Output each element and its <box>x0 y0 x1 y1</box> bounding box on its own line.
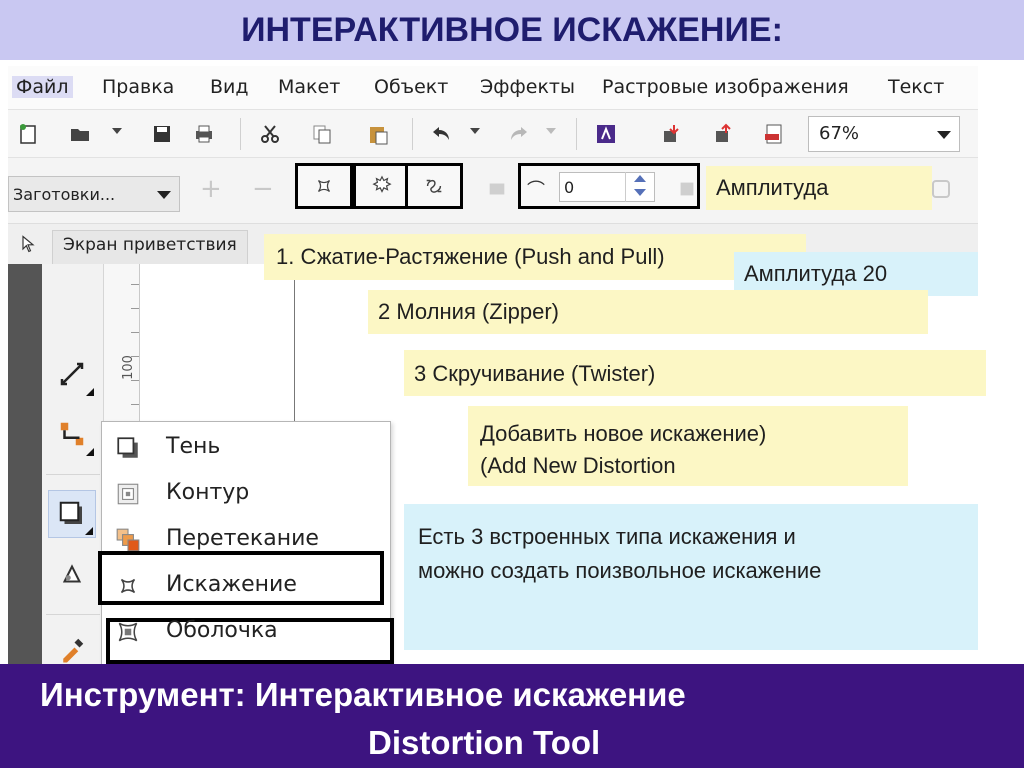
callout-info: Есть 3 встроенных типа искажения и можно… <box>404 504 978 650</box>
presets-dropdown[interactable]: Заготовки... <box>8 176 180 212</box>
contour-icon <box>114 480 142 508</box>
toolbox <box>42 264 104 666</box>
copy-icon[interactable] <box>308 120 336 148</box>
slide-title: ИНТЕРАКТИВНОЕ ИСКАЖЕНИЕ: <box>0 0 1024 60</box>
undo-dropdown-arrow[interactable] <box>470 128 480 134</box>
redo-icon[interactable] <box>504 120 532 148</box>
print-icon[interactable] <box>190 120 218 148</box>
menu-view[interactable]: Вид <box>210 76 249 98</box>
chevron-down-icon <box>157 191 171 199</box>
push-pull-distortion-button[interactable] <box>295 163 353 209</box>
eyedropper-tool[interactable] <box>48 626 96 666</box>
paste-icon[interactable] <box>364 120 392 148</box>
flyout-item-label: Перетекание <box>166 526 319 551</box>
callout-push-pull: 1. Сжатие-Растяжение (Push and Pull) <box>264 234 806 280</box>
callout-info-line-2: можно создать поизвольное искажение <box>418 558 822 583</box>
ruler-label-100: 100 <box>120 355 136 380</box>
presets-label: Заготовки... <box>13 185 116 204</box>
effects-flyout-menu: Тень Контур Перетекание Искажение Оболоч… <box>101 421 394 666</box>
amplitude-value: 0 <box>564 178 575 197</box>
flyout-item-label: Оболочка <box>166 618 278 643</box>
shadow-icon <box>114 434 142 462</box>
distortion-option-icon[interactable] <box>672 174 702 204</box>
remove-preset-button[interactable]: − <box>252 174 274 204</box>
chevron-down-icon <box>937 131 951 139</box>
amplitude-stepper[interactable] <box>625 172 655 202</box>
flyout-item-label: Контур <box>166 480 250 505</box>
add-preset-button[interactable]: + <box>200 174 222 204</box>
publish-pdf-icon[interactable] <box>760 120 788 148</box>
menu-effects[interactable]: Эффекты <box>480 76 575 98</box>
blend-icon <box>114 526 142 554</box>
import-icon[interactable] <box>658 120 686 148</box>
flyout-item-shadow[interactable]: Тень <box>102 424 392 470</box>
add-new-distortion-button[interactable] <box>482 174 512 204</box>
callout-info-line-1: Есть 3 встроенных типа искажения и <box>418 524 796 549</box>
export-icon[interactable] <box>710 120 738 148</box>
cut-icon[interactable] <box>256 120 284 148</box>
zipper-distortion-button[interactable] <box>353 163 411 209</box>
redo-dropdown-arrow[interactable] <box>546 128 556 134</box>
envelope-icon <box>114 618 142 646</box>
callout-add-line-2: (Add New Distortion <box>480 453 676 478</box>
callout-zipper: 2 Молния (Zipper) <box>368 290 928 334</box>
flyout-item-envelope[interactable]: Оболочка <box>102 608 392 654</box>
spin-down-icon[interactable] <box>634 189 646 196</box>
workspace-edge <box>8 264 42 666</box>
undo-icon[interactable] <box>428 120 456 148</box>
dimension-tool[interactable] <box>48 350 96 398</box>
pointer-icon[interactable] <box>18 234 38 254</box>
callout-add-line-1: Добавить новое искажение) <box>480 421 767 446</box>
menu-object[interactable]: Объект <box>374 76 448 98</box>
tab-welcome-screen[interactable]: Экран приветствия <box>52 230 248 264</box>
callout-add-distortion: Добавить новое искажение) (Add New Disto… <box>468 406 908 486</box>
footer-line-1: Инструмент: Интерактивное искажение <box>40 676 686 713</box>
transparency-tool[interactable] <box>48 550 96 598</box>
tab-welcome-label: Экран приветствия <box>63 235 237 255</box>
callout-twister: 3 Скручивание (Twister) <box>404 350 986 396</box>
spin-up-icon[interactable] <box>634 175 646 182</box>
open-dropdown-arrow[interactable] <box>112 128 122 134</box>
interactive-effects-tool[interactable] <box>48 490 96 538</box>
menu-file[interactable]: Файл <box>12 76 73 98</box>
footer-banner: Инструмент: Интерактивное искажение Dist… <box>0 664 1024 768</box>
callout-amplitude: Амплитуда <box>706 166 932 210</box>
zoom-level-value: 67% <box>819 123 860 144</box>
connector-tool[interactable] <box>48 410 96 458</box>
new-document-icon[interactable] <box>14 120 42 148</box>
menu-layout[interactable]: Макет <box>278 76 340 98</box>
menu-bar: Файл Правка Вид Макет Объект Эффекты Рас… <box>8 66 978 110</box>
app-launcher-icon[interactable] <box>592 120 620 148</box>
amplitude-icon: ⌒ <box>527 180 545 201</box>
twister-distortion-button[interactable] <box>405 163 463 209</box>
save-icon[interactable] <box>148 120 176 148</box>
footer-line-2: Distortion Tool <box>368 724 601 761</box>
standard-toolbar: 67% <box>8 110 978 158</box>
flyout-item-contour[interactable]: Контур <box>102 470 392 516</box>
flyout-item-label: Тень <box>166 434 221 459</box>
menu-bitmaps[interactable]: Растровые изображения <box>602 76 849 98</box>
open-icon[interactable] <box>66 120 94 148</box>
menu-text[interactable]: Текст <box>888 76 944 98</box>
zoom-level-select[interactable]: 67% <box>808 116 960 152</box>
menu-edit[interactable]: Правка <box>102 76 174 98</box>
distortion-highlight-box <box>98 551 384 605</box>
